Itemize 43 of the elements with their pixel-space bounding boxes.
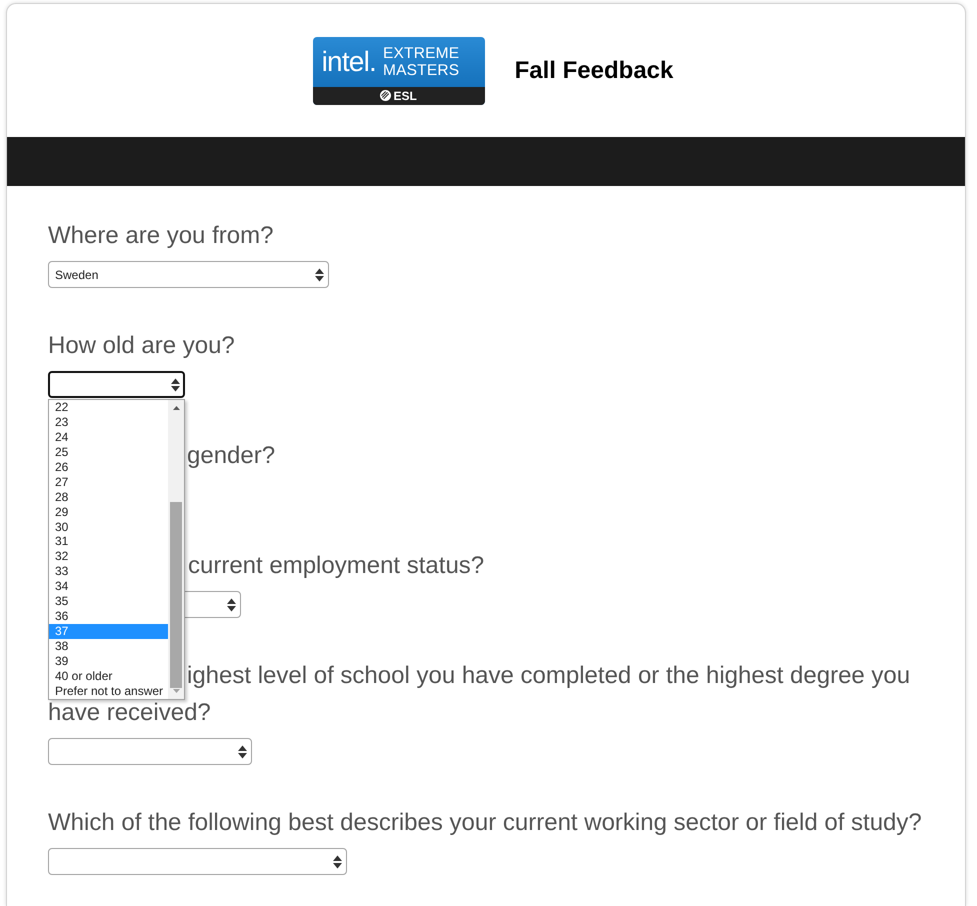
question-label: ighest level of school you have completed or the highest degree you [187, 664, 910, 688]
dropdown-option[interactable]: 27 [49, 474, 168, 490]
dropdown-field[interactable] [48, 738, 252, 765]
dropdown-option[interactable]: 32 [49, 549, 168, 564]
dropdown-option[interactable]: 39 [49, 654, 168, 669]
dropdown-option[interactable]: 35 [49, 594, 168, 610]
question-label: current employment status? [188, 554, 484, 578]
logo-wordmark: intel. [322, 46, 376, 76]
dropdown-arrows-icon [227, 598, 236, 612]
dropdown-option[interactable]: 33 [49, 564, 168, 580]
logo-name: EXTREME MASTERS [382, 44, 460, 78]
dropdown-option[interactable]: 36 [49, 609, 168, 624]
dropdown-field[interactable]: Sweden [48, 261, 329, 288]
question-label: Where are you from? [48, 224, 274, 248]
dropdown-option[interactable]: 34 [49, 579, 168, 594]
dropdown-option[interactable]: Prefer not to answer [49, 684, 168, 699]
dropdown-arrows-icon [238, 744, 247, 758]
dropdown-option[interactable]: 22 [49, 400, 168, 415]
dropdown-arrows-icon [171, 378, 180, 392]
dropdown-arrows-icon [333, 854, 342, 868]
dropdown-arrows-icon [315, 268, 324, 282]
dropdown-option[interactable]: 30 [49, 520, 168, 534]
dropdown-option[interactable]: 31 [49, 534, 168, 550]
logo-strip-text: ESL [393, 88, 417, 102]
dropdown-option[interactable]: 25 [49, 444, 168, 460]
dropdown-option[interactable]: 24 [49, 430, 168, 445]
survey-title: Fall Feedback [514, 56, 674, 86]
scrollbar[interactable] [168, 400, 184, 699]
question-label: How old are you? [48, 334, 235, 358]
dropdown-option[interactable]: 28 [49, 490, 168, 505]
dropdown-field[interactable] [48, 371, 185, 398]
dropdown-option[interactable]: 26 [49, 460, 168, 475]
scroll-up-icon[interactable] [172, 406, 180, 410]
dropdown-option[interactable]: 23 [49, 414, 168, 430]
emblem-icon [380, 90, 392, 101]
dropdown-option[interactable]: 29 [49, 504, 168, 520]
question-label: have received? [48, 701, 211, 725]
scrollbar-thumb[interactable] [170, 502, 182, 688]
question-label: gender? [187, 444, 276, 468]
question-label: Which of the following best describes your current working sector or field of study? [48, 811, 922, 835]
dropdown-field[interactable] [48, 848, 347, 875]
dropdown-option[interactable]: 38 [49, 639, 168, 654]
dropdown-option[interactable]: 40 or older [49, 668, 168, 684]
